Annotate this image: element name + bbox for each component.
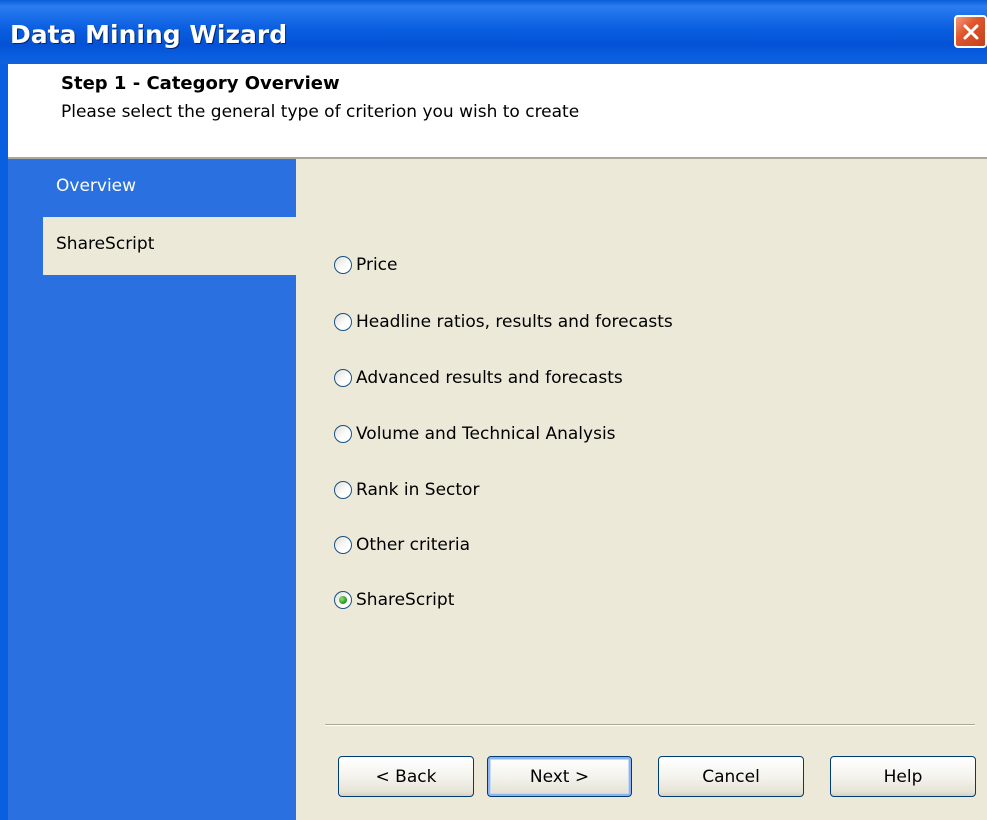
- radio-label: Price: [356, 255, 398, 275]
- help-button[interactable]: Help: [830, 756, 976, 797]
- radio-option-other-criteria[interactable]: Other criteria: [334, 530, 470, 560]
- radio-button[interactable]: [334, 369, 352, 387]
- radio-label: ShareScript: [356, 590, 455, 610]
- sidebar-item-label: ShareScript: [56, 234, 155, 254]
- wizard-header: Step 1 - Category Overview Please select…: [0, 64, 987, 157]
- radio-option-headline-ratios[interactable]: Headline ratios, results and forecasts: [334, 307, 673, 337]
- radio-button[interactable]: [334, 313, 352, 331]
- radio-label: Rank in Sector: [356, 480, 480, 500]
- radio-option-price[interactable]: Price: [334, 250, 397, 280]
- close-icon: [963, 24, 978, 39]
- radio-label: Other criteria: [356, 535, 470, 555]
- cancel-button[interactable]: Cancel: [658, 756, 804, 797]
- button-separator: [325, 724, 975, 726]
- radio-option-advanced-results[interactable]: Advanced results and forecasts: [334, 363, 623, 393]
- window-left-border: [0, 157, 8, 820]
- step-subtitle: Please select the general type of criter…: [61, 102, 580, 122]
- radio-option-sharescript[interactable]: ShareScript: [334, 585, 454, 615]
- radio-selected-dot: [339, 596, 347, 604]
- radio-button[interactable]: [334, 536, 352, 554]
- wizard-content: Price Headline ratios, results and forec…: [296, 159, 987, 820]
- title-bar[interactable]: Data Mining Wizard: [0, 0, 987, 64]
- radio-label: Volume and Technical Analysis: [356, 424, 616, 444]
- radio-button-selected[interactable]: [334, 591, 352, 609]
- sidebar-item-overview[interactable]: Overview: [43, 159, 296, 217]
- close-button[interactable]: [954, 15, 987, 48]
- wizard-sidebar: Overview ShareScript: [8, 159, 296, 820]
- radio-label: Advanced results and forecasts: [356, 368, 623, 388]
- window-title: Data Mining Wizard: [10, 20, 288, 49]
- sidebar-item-label: Overview: [56, 176, 137, 196]
- step-title: Step 1 - Category Overview: [61, 73, 340, 94]
- next-button[interactable]: Next >: [487, 756, 632, 797]
- back-button[interactable]: < Back: [338, 756, 474, 797]
- radio-option-rank-in-sector[interactable]: Rank in Sector: [334, 475, 479, 505]
- radio-button[interactable]: [334, 481, 352, 499]
- radio-label: Headline ratios, results and forecasts: [356, 312, 673, 332]
- sidebar-item-sharescript[interactable]: ShareScript: [43, 217, 296, 275]
- radio-option-volume-technical[interactable]: Volume and Technical Analysis: [334, 419, 616, 449]
- radio-button[interactable]: [334, 425, 352, 443]
- radio-button[interactable]: [334, 256, 352, 274]
- data-mining-wizard-window: Data Mining Wizard Step 1 - Category Ove…: [0, 0, 987, 820]
